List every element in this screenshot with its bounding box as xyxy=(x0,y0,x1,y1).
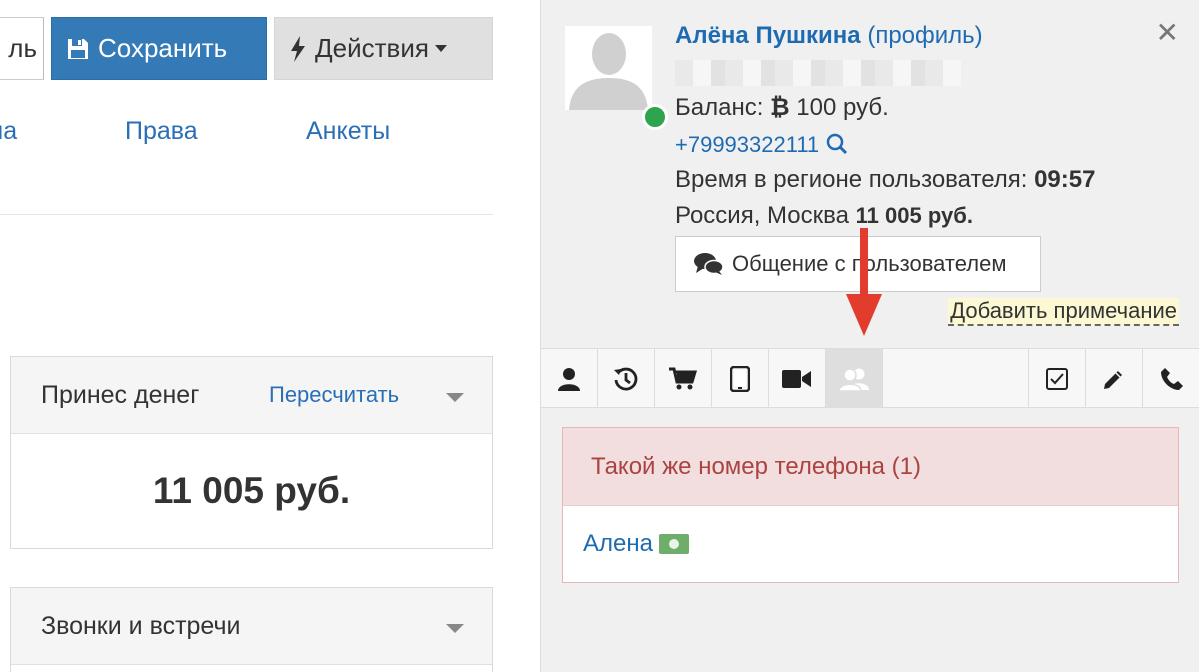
phone-icon xyxy=(1160,367,1183,390)
annotation-arrow-icon xyxy=(846,228,882,336)
tablet-icon xyxy=(730,365,750,392)
actions-dropdown-button[interactable]: Действия xyxy=(274,17,493,80)
tab-related-users[interactable] xyxy=(826,349,883,408)
balance-line: Баланс: ₿ 100 руб. xyxy=(675,94,889,122)
pencil-icon xyxy=(1104,370,1122,389)
tab-video[interactable] xyxy=(769,349,826,408)
tab-rights-label: Права xyxy=(125,117,198,145)
user-name-link[interactable]: Алёна Пушкина xyxy=(675,22,861,49)
collapse-caret-icon[interactable] xyxy=(446,393,464,402)
video-icon xyxy=(782,369,811,388)
local-time-label: Время в регионе пользователя: xyxy=(675,166,1028,193)
tab-devices[interactable] xyxy=(712,349,769,408)
tab-cut-label: ма xyxy=(0,117,18,145)
avatar xyxy=(565,26,652,110)
user-tabs-toolbar xyxy=(541,348,1199,408)
tab-rights[interactable]: Права xyxy=(125,117,198,146)
phone-link[interactable]: +79993322111 xyxy=(675,132,819,157)
calls-panel: Звонки и встречи xyxy=(10,587,493,672)
money-panel-title: Принес денег xyxy=(41,380,200,409)
add-note-link[interactable]: Добавить примечание xyxy=(948,298,1179,326)
tabs-divider xyxy=(0,214,493,215)
money-icon xyxy=(658,534,689,554)
user-side-panel: ✕ Алёна Пушкина (профиль) Баланс: ₿ 100 … xyxy=(540,0,1199,672)
blurred-email xyxy=(675,60,961,86)
tab-calls[interactable] xyxy=(1142,349,1199,408)
cart-icon xyxy=(669,367,697,389)
history-icon xyxy=(614,367,638,390)
local-time-value: 09:57 xyxy=(1034,166,1096,193)
online-status-dot xyxy=(642,104,668,130)
location-line: Россия, Москва 11 005 руб. xyxy=(675,202,973,230)
recalculate-link[interactable]: Пересчитать xyxy=(269,382,399,408)
comments-icon xyxy=(694,253,724,275)
actions-button-label: Действия xyxy=(315,33,429,63)
money-panel: Принес денег Пересчитать 11 005 руб. xyxy=(10,356,493,549)
location-sum: 11 005 руб. xyxy=(855,203,973,228)
tab-questionnaires[interactable]: Анкеты xyxy=(306,117,390,146)
collapse-caret-icon[interactable] xyxy=(446,624,464,633)
tab-cut[interactable]: ма xyxy=(0,117,17,146)
balance-label: Баланс: xyxy=(675,94,764,121)
money-panel-header: Принес денег Пересчитать xyxy=(11,357,492,434)
save-button-label: Сохранить xyxy=(98,33,228,63)
location-text: Россия, Москва xyxy=(675,202,849,229)
tab-questionnaires-label: Анкеты xyxy=(306,117,391,145)
chevron-down-icon xyxy=(434,45,447,52)
close-icon[interactable]: ✕ xyxy=(1156,16,1179,49)
search-icon[interactable] xyxy=(826,133,848,155)
list-item: Алена xyxy=(563,506,1178,582)
balance-value: 100 руб. xyxy=(796,94,889,121)
money-value: 11 005 руб. xyxy=(152,470,351,511)
partial-button[interactable]: ль xyxy=(0,17,44,80)
user-icon xyxy=(558,367,580,391)
phone-line: +79993322111 xyxy=(675,131,848,159)
partial-button-label: ль xyxy=(8,33,37,63)
floppy-disk-icon xyxy=(68,38,88,59)
avatar-silhouette-icon xyxy=(565,26,652,110)
tab-user[interactable] xyxy=(541,349,598,408)
local-time-line: Время в регионе пользователя: 09:57 xyxy=(675,166,1095,194)
tab-tasks[interactable] xyxy=(1028,349,1085,408)
tab-edit[interactable] xyxy=(1085,349,1142,408)
calls-panel-header: Звонки и встречи xyxy=(11,588,492,665)
tab-orders[interactable] xyxy=(655,349,712,408)
duplicate-phone-title: Такой же номер телефона (1) xyxy=(563,428,1178,506)
duplicate-phone-panel: Такой же номер телефона (1) Алена xyxy=(562,427,1179,583)
profile-link[interactable]: (профиль) xyxy=(867,22,982,49)
duplicate-user-link[interactable]: Алена xyxy=(583,530,653,558)
tab-history[interactable] xyxy=(598,349,655,408)
bitcoin-icon: ₿ xyxy=(770,94,790,121)
save-button[interactable]: Сохранить xyxy=(51,17,267,80)
user-name-line: Алёна Пушкина (профиль) xyxy=(675,22,983,50)
calls-panel-title: Звонки и встречи xyxy=(41,611,241,640)
checkbox-icon xyxy=(1046,367,1068,390)
main-form: ль Сохранить Действия ма Права Анкеты Пр… xyxy=(0,0,540,672)
users-icon xyxy=(838,367,869,391)
bolt-icon xyxy=(291,35,305,62)
